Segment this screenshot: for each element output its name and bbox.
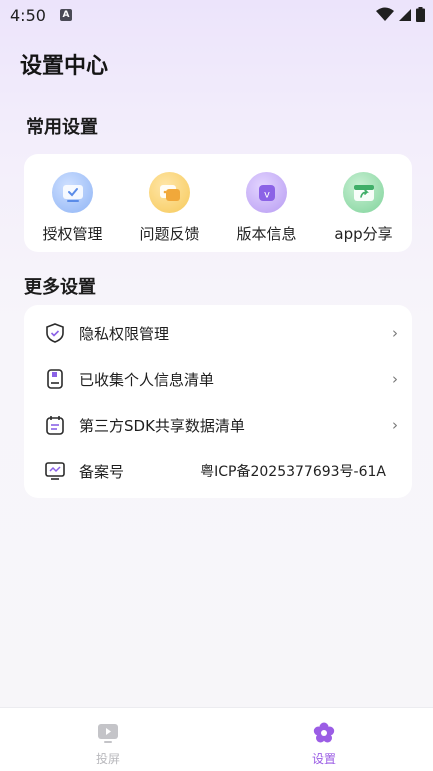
common-settings-title: 常用设置	[26, 117, 98, 138]
personal-info-list-row[interactable]: 已收集个人信息清单 ›	[24, 356, 412, 402]
feedback-label: 问题反馈	[139, 225, 200, 243]
settings-flower-icon	[313, 722, 335, 743]
notebook-icon	[47, 369, 63, 389]
more-settings-card: 隐私权限管理 › 已收集个人信息清单 › 第三方SDK共享数据清单 › 备案号 …	[24, 305, 412, 498]
tab-screencast-label: 投屏	[95, 752, 120, 766]
third-party-sdk-row[interactable]: 第三方SDK共享数据清单 ›	[24, 402, 412, 448]
authorization-label: 授权管理	[42, 225, 103, 243]
privacy-permission-row[interactable]: 隐私权限管理 ›	[24, 310, 412, 356]
calendar-list-icon	[46, 416, 64, 435]
version-info-button[interactable]: v 版本信息	[218, 154, 315, 252]
signal-icon	[399, 8, 411, 21]
svg-text:v: v	[264, 189, 270, 200]
page-title: 设置中心	[20, 54, 109, 79]
screencast-icon	[98, 724, 118, 743]
common-settings-card: 授权管理 问题反馈 v 版本信息 app分享	[24, 154, 412, 252]
icp-record-label: 备案号	[79, 462, 125, 481]
tab-screencast[interactable]: 投屏	[38, 708, 178, 771]
battery-icon	[416, 7, 425, 22]
feedback-button[interactable]: 问题反馈	[121, 154, 218, 252]
tab-settings-label: 设置	[311, 752, 336, 766]
third-party-sdk-label: 第三方SDK共享数据清单	[79, 416, 245, 435]
monitor-icon	[45, 462, 65, 480]
status-time: 4:50	[10, 5, 46, 25]
more-settings-title: 更多设置	[24, 277, 96, 298]
version-icon: v	[246, 172, 287, 213]
status-right-group	[376, 7, 425, 22]
tab-settings[interactable]: 设置	[254, 708, 394, 771]
status-bar: 4:50 A	[0, 0, 433, 30]
privacy-permission-label: 隐私权限管理	[79, 324, 170, 343]
chevron-right-icon: ›	[392, 324, 398, 342]
app-share-button[interactable]: app分享	[315, 154, 412, 252]
icp-record-value: 粤ICP备2025377693号-61A	[200, 464, 386, 480]
feedback-icon	[149, 172, 190, 213]
authorization-management-button[interactable]: 授权管理	[24, 154, 121, 252]
personal-info-list-label: 已收集个人信息清单	[79, 370, 215, 389]
share-icon	[343, 172, 384, 213]
share-label: app分享	[334, 225, 393, 243]
authorization-icon	[52, 172, 93, 213]
chevron-right-icon: ›	[392, 370, 398, 388]
icp-record-row: 备案号 粤ICP备2025377693号-61A	[24, 448, 412, 494]
chevron-right-icon: ›	[392, 416, 398, 434]
shield-icon	[46, 323, 64, 343]
bottom-tab-bar: 投屏 设置	[0, 707, 433, 771]
version-label: 版本信息	[236, 225, 297, 243]
notification-a-icon: A	[59, 9, 72, 21]
wifi-icon	[376, 7, 394, 21]
